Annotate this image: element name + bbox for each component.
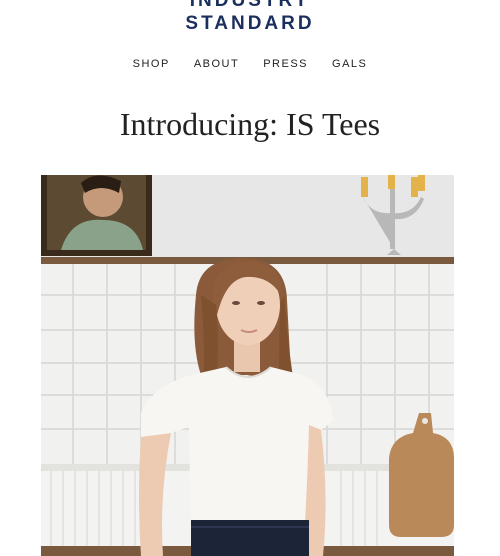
nav-item-shop[interactable]: SHOP <box>133 58 170 70</box>
nav-item-gals[interactable]: GALS <box>332 58 367 70</box>
nav-item-about[interactable]: ABOUT <box>194 58 239 70</box>
brand-logo-line-1: INDUSTRY <box>189 0 311 11</box>
main-nav: SHOP ABOUT PRESS GALS <box>0 58 500 70</box>
hero-image <box>41 175 454 556</box>
brand-logo-line-2: STANDARD <box>185 13 315 34</box>
nav-item-press[interactable]: PRESS <box>263 58 308 70</box>
page-title: Introducing: IS Tees <box>119 106 381 142</box>
